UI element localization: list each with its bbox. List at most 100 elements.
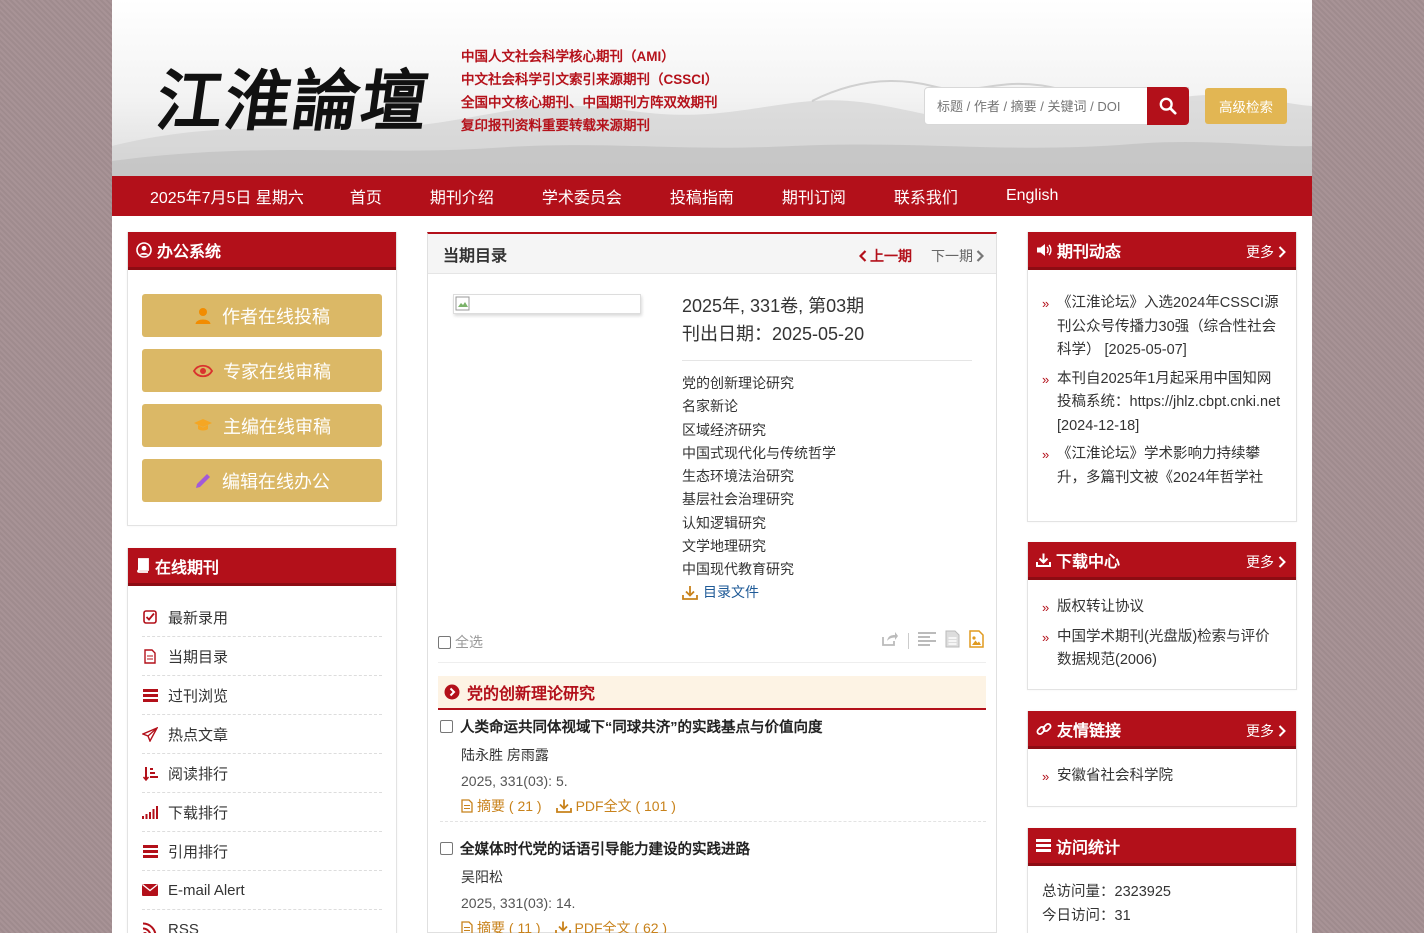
tagline: 中文社会科学引文索引来源期刊（CSSCI） (461, 72, 719, 87)
article-citation: 2025, 331(03): 14. (461, 895, 576, 911)
editor-office-button[interactable]: 编辑在线办公 (142, 459, 382, 502)
column-link[interactable]: 认知逻辑研究 (682, 512, 836, 535)
link-item[interactable]: 安徽省社会科学院 (1042, 765, 1284, 788)
pdf-link[interactable]: PDF全文 ( 62 ) (554, 918, 668, 933)
journal-logo[interactable]: 江淮論壇 (151, 48, 436, 144)
section-title: 党的创新理论研究 (467, 686, 596, 703)
signal-bars-icon (142, 805, 158, 819)
toc-file-link[interactable]: 目录文件 (682, 582, 759, 602)
journal-item-email-alert[interactable]: E-mail Alert (142, 871, 382, 910)
column-link[interactable]: 区域经济研究 (682, 419, 836, 442)
journal-item-label: 当期目录 (168, 648, 229, 666)
next-issue-label: 下一期 (931, 248, 973, 264)
link-icon (1036, 721, 1052, 737)
search-button[interactable] (1147, 87, 1189, 125)
article-authors[interactable]: 陆永胜 房雨露 (461, 745, 986, 765)
visit-stats: 总访问量：2323925 今日访问：31 (1042, 880, 1171, 928)
toc-file-label: 目录文件 (703, 584, 759, 600)
rss-icon (142, 922, 158, 933)
sort-amount-icon (142, 766, 158, 781)
next-issue-link[interactable]: 下一期 (931, 246, 984, 266)
article-checkbox[interactable] (440, 842, 453, 855)
article-checkbox[interactable] (440, 720, 453, 733)
download-item[interactable]: 版权转让协议 (1042, 596, 1284, 619)
abstract-label: 摘要 ( 21 ) (477, 798, 542, 814)
news-more-link[interactable]: 更多 (1246, 242, 1286, 262)
news-item[interactable]: 《江淮论坛》入选2024年CSSCI源刊公众号传播力30强（综合性社会科学） [… (1042, 292, 1284, 363)
chief-editor-review-button[interactable]: 主编在线审稿 (142, 404, 382, 447)
column-link[interactable]: 中国现代教育研究 (682, 558, 836, 581)
nav-subscription[interactable]: 期刊订阅 (782, 184, 846, 208)
office-system-title: 办公系统 (157, 243, 222, 261)
article-title[interactable]: 全媒体时代党的话语引导能力建设的实践进路 (460, 838, 750, 859)
pdf-link[interactable]: PDF全文 ( 101 ) (555, 796, 676, 816)
issue-cover-image[interactable] (453, 294, 641, 314)
column-link[interactable]: 党的创新理论研究 (682, 372, 836, 395)
list-view-icon[interactable] (918, 632, 936, 649)
article-title[interactable]: 人类命运共同体视域下“同球共济”的实践基点与价值向度 (460, 716, 823, 737)
download-item[interactable]: 中国学术期刊(光盘版)检索与评价数据规范(2006) (1042, 626, 1284, 672)
site-header: 江淮論壇 中国人文社会科学核心期刊（AMI） 中文社会科学引文索引来源期刊（CS… (112, 0, 1312, 176)
news-item[interactable]: 本刊自2025年1月起采用中国知网投稿系统：https://jhlz.cbpt.… (1042, 368, 1284, 439)
abstract-label: 摘要 ( 11 ) (477, 920, 541, 933)
eye-icon (193, 364, 213, 377)
news-item[interactable]: 《江淮论坛》学术影响力持续攀升，多篇刊文被《2024年哲学社 (1042, 443, 1284, 490)
author-submission-button[interactable]: 作者在线投稿 (142, 294, 382, 337)
journal-item-citation-ranking[interactable]: 引用排行 (142, 832, 382, 871)
article-citation: 2025, 331(03): 5. (461, 773, 568, 789)
pdf-label: PDF全文 ( 62 ) (574, 920, 668, 933)
chevron-right-icon (1278, 556, 1286, 568)
column-link[interactable]: 名家新论 (682, 395, 836, 418)
check-square-icon (142, 610, 158, 624)
abstract-link[interactable]: 摘要 ( 21 ) (461, 796, 542, 816)
online-journal-title: 在线期刊 (155, 559, 220, 577)
user-circle-icon (136, 241, 152, 258)
journal-item-latest-accepted[interactable]: 最新录用 (142, 598, 382, 637)
today-visits: 今日访问：31 (1042, 908, 1131, 924)
chevron-circle-right-icon (444, 684, 460, 700)
nav-english[interactable]: English (1006, 187, 1058, 205)
journal-item-rss[interactable]: RSS (142, 910, 382, 933)
journal-item-current-toc[interactable]: 当期目录 (142, 637, 382, 676)
chevron-right-icon (1278, 246, 1286, 258)
journal-item-past-issues[interactable]: 过刊浏览 (142, 676, 382, 715)
nav-academic-committee[interactable]: 学术委员会 (542, 184, 622, 208)
image-file-icon[interactable] (969, 630, 984, 651)
chief-editor-review-label: 主编在线审稿 (223, 416, 331, 437)
divider (682, 360, 972, 361)
journal-item-read-ranking[interactable]: 阅读排行 (142, 754, 382, 793)
export-icon[interactable] (881, 631, 899, 650)
nav-journal-intro[interactable]: 期刊介绍 (430, 184, 494, 208)
person-icon (195, 307, 211, 324)
journal-item-hot-articles[interactable]: 热点文章 (142, 715, 382, 754)
article-item: 全媒体时代党的话语引导能力建设的实践进路 吴阳松 2025, 331(03): … (440, 838, 986, 933)
author-submission-label: 作者在线投稿 (222, 306, 330, 327)
abstract-link[interactable]: 摘要 ( 11 ) (461, 918, 541, 933)
abstract-icon (461, 921, 473, 933)
expert-review-button[interactable]: 专家在线审稿 (142, 349, 382, 392)
nav-submission-guide[interactable]: 投稿指南 (670, 184, 734, 208)
column-link[interactable]: 中国式现代化与传统哲学 (682, 442, 836, 465)
download-center-panel: 下载中心 更多 版权转让协议 中国学术期刊(光盘版)检索与评价数据规范(2006… (1027, 542, 1297, 690)
tagline: 全国中文核心期刊、中国期刊方阵双效期刊 (461, 95, 718, 110)
downloads-more-link[interactable]: 更多 (1246, 552, 1286, 572)
download-center-title: 下载中心 (1056, 553, 1121, 571)
column-link[interactable]: 文学地理研究 (682, 535, 836, 558)
more-label: 更多 (1246, 723, 1274, 739)
advanced-search-button[interactable]: 高级检索 (1205, 88, 1287, 124)
current-issue-header: 当期目录 上一期 下一期 (428, 234, 996, 274)
article-authors[interactable]: 吴阳松 (461, 867, 986, 887)
journal-item-label: 过刊浏览 (168, 687, 229, 705)
nav-home[interactable]: 首页 (350, 184, 382, 208)
previous-issue-link[interactable]: 上一期 (859, 246, 912, 266)
nav-contact[interactable]: 联系我们 (894, 184, 958, 208)
select-all[interactable]: 全选 (438, 632, 483, 652)
column-link[interactable]: 基层社会治理研究 (682, 488, 836, 511)
links-more-link[interactable]: 更多 (1246, 721, 1286, 741)
journal-item-download-ranking[interactable]: 下载排行 (142, 793, 382, 832)
column-link[interactable]: 生态环境法治研究 (682, 465, 836, 488)
more-label: 更多 (1246, 244, 1274, 260)
select-all-checkbox[interactable] (438, 635, 451, 649)
expert-review-label: 专家在线审稿 (223, 361, 331, 382)
file-text-icon[interactable] (945, 630, 960, 651)
